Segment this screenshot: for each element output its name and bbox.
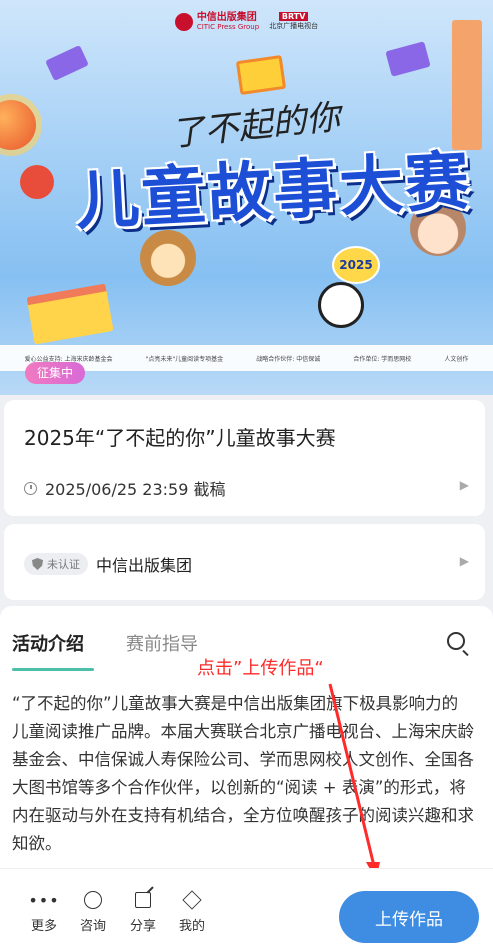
deadline-row: 2025/06/25 23:59 截稿	[24, 476, 226, 500]
content-panel: 活动介绍 赛前指导 点击”上传作品“ “了不起的你”儿童故事大赛是中信出版集团旗…	[0, 606, 493, 868]
book-illustration-icon	[45, 45, 89, 81]
active-tab-indicator	[12, 668, 94, 671]
share-label: 分享	[129, 919, 156, 934]
tab-pre-contest-guide[interactable]: 赛前指导	[126, 630, 198, 656]
mine-button[interactable]: 我的	[172, 889, 212, 934]
share-icon	[135, 889, 151, 911]
sponsor-item: "点亮未来"儿童阅读专项基金	[145, 355, 224, 363]
consult-button[interactable]: 咨询	[73, 889, 113, 934]
citic-logo-subtext: CITIC Press Group	[196, 23, 260, 31]
consult-label: 咨询	[79, 919, 106, 934]
upload-work-button[interactable]: 上传作品	[339, 891, 479, 943]
chevron-right-icon: ▶	[459, 554, 469, 568]
organizer-card[interactable]: 未认证 中信出版集团 ▶	[4, 524, 485, 600]
panda-illustration-icon	[318, 282, 364, 328]
sponsor-item: 战略合作伙伴: 中信保诚	[256, 355, 321, 363]
brtv-logo-subtext: 北京广播电视台	[269, 22, 319, 30]
deadline-text: 2025/06/25 23:59 截稿	[45, 480, 226, 499]
verify-label: 未认证	[47, 558, 80, 571]
planet-illustration-icon	[0, 100, 36, 150]
citic-logo: 中信出版集团 CITIC Press Group	[174, 12, 260, 31]
more-dots-icon: •••	[28, 890, 60, 910]
brtv-logo: BRTV 北京广播电视台	[269, 12, 318, 31]
tab-activity-intro[interactable]: 活动介绍	[12, 630, 84, 656]
character-illustration-icon	[20, 165, 54, 199]
hero-banner: 中信出版集团 CITIC Press Group BRTV 北京广播电视台 了不…	[0, 0, 493, 395]
mine-label: 我的	[178, 919, 205, 934]
clock-icon	[24, 481, 37, 495]
sponsor-item: 合作单位: 学而思网校	[353, 355, 412, 363]
event-info-card[interactable]: 2025年“了不起的你”儿童故事大赛 2025/06/25 23:59 截稿 ▶	[4, 400, 485, 516]
bottom-action-bar: ••• 更多 咨询 分享 我的 上传作品	[0, 868, 493, 949]
chevron-right-icon: ▶	[459, 478, 469, 492]
citic-logo-mark-icon	[174, 12, 193, 31]
status-badge: 征集中	[25, 362, 86, 384]
banner-logos: 中信出版集团 CITIC Press Group BRTV 北京广播电视台	[0, 12, 493, 31]
chat-icon	[84, 889, 102, 911]
sponsor-item: 人文创作	[444, 355, 469, 363]
layers-icon	[182, 889, 202, 911]
intro-paragraph: “了不起的你”儿童故事大赛是中信出版集团旗下极具影响力的儿童阅读推广品牌。本届大…	[12, 694, 474, 853]
more-label: 更多	[30, 919, 57, 934]
search-icon[interactable]	[447, 632, 465, 650]
shield-icon	[32, 558, 43, 570]
organizer-row: 未认证 中信出版集团	[24, 552, 192, 576]
event-title: 2025年“了不起的你”儿童故事大赛	[24, 426, 336, 450]
book-illustration-icon	[235, 54, 287, 96]
brtv-logo-text: BRTV	[278, 12, 309, 21]
year-badge: 2025	[332, 246, 380, 284]
annotation-text: 点击”上传作品“	[197, 658, 324, 679]
more-button[interactable]: ••• 更多	[24, 889, 64, 935]
book-illustration-icon	[385, 41, 431, 77]
share-button[interactable]: 分享	[123, 889, 163, 934]
citic-logo-text: 中信出版集团	[196, 12, 257, 23]
verify-badge: 未认证	[24, 553, 88, 575]
book-stack-illustration-icon	[26, 283, 114, 345]
organizer-name: 中信出版集团	[96, 556, 193, 575]
